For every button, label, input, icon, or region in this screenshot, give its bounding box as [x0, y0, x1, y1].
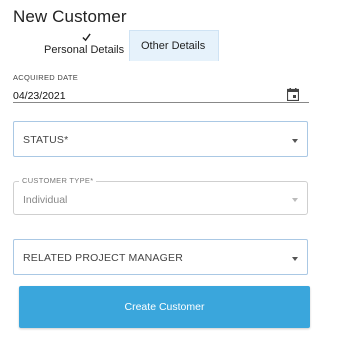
- tab-personal-details[interactable]: Personal Details: [36, 30, 127, 61]
- customer-type-label: CUSTOMER TYPE*: [19, 176, 97, 185]
- customer-type-select[interactable]: CUSTOMER TYPE* Individual: [13, 176, 308, 215]
- tab-other-details-label: Other Details: [141, 40, 206, 52]
- page-title: New Customer: [13, 7, 127, 26]
- dropdown-arrow-icon: [292, 139, 298, 143]
- customer-type-value: Individual: [23, 194, 68, 206]
- acquired-date-underline: [13, 102, 309, 103]
- project-manager-select[interactable]: RELATED PROJECT MANAGER: [13, 239, 308, 275]
- acquired-date-input[interactable]: 04/23/2021: [13, 90, 66, 102]
- tab-other-details[interactable]: Other Details: [129, 30, 219, 61]
- calendar-icon[interactable]: [287, 88, 299, 101]
- dropdown-arrow-icon: [292, 198, 298, 202]
- status-select-label: STATUS*: [23, 134, 69, 146]
- checkmark-icon: [82, 33, 91, 42]
- acquired-date-label: ACQUIRED DATE: [13, 73, 79, 82]
- tab-personal-details-label: Personal Details: [44, 44, 125, 56]
- status-select[interactable]: STATUS*: [13, 121, 308, 157]
- dropdown-arrow-icon: [292, 257, 298, 261]
- tab-bar: Personal Details Other Details: [0, 30, 338, 61]
- project-manager-select-label: RELATED PROJECT MANAGER: [23, 252, 183, 264]
- create-customer-button[interactable]: Create Customer: [19, 286, 310, 328]
